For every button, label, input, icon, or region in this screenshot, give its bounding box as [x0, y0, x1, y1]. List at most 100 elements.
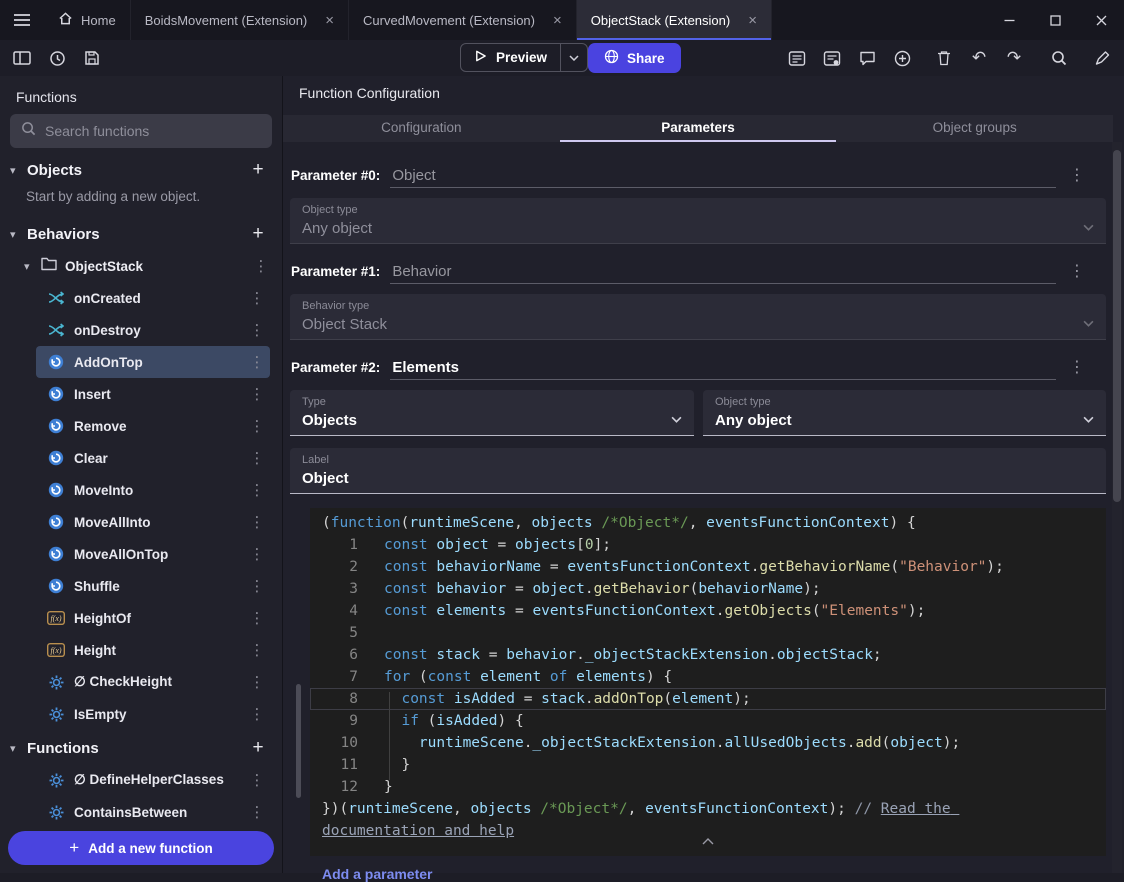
item-menu-icon[interactable]: ⋮: [248, 609, 266, 627]
sidebar-item-height[interactable]: f(x)Height⋮: [36, 634, 270, 666]
close-button[interactable]: [1078, 0, 1124, 40]
sidebar-item-clear[interactable]: Clear⋮: [36, 442, 270, 474]
sidebar-item-moveallontop[interactable]: MoveAllOnTop⋮: [36, 538, 270, 570]
section-behaviors[interactable]: ▾ Behaviors +: [0, 218, 282, 250]
code-editor[interactable]: (function(runtimeScene, objects /*Object…: [310, 508, 1106, 856]
add-behavior-icon[interactable]: +: [246, 223, 270, 245]
preview-button[interactable]: Preview: [460, 43, 588, 72]
maximize-button[interactable]: [1032, 0, 1078, 40]
item-menu-icon[interactable]: ⋮: [248, 641, 266, 659]
sidebar-item-insert[interactable]: Insert⋮: [36, 378, 270, 410]
collapse-editor-icon[interactable]: [310, 830, 1106, 852]
type-dropdown[interactable]: Type Objects: [290, 390, 694, 436]
search-box[interactable]: [10, 114, 272, 148]
code-line-2[interactable]: 2const behaviorName = eventsFunctionCont…: [310, 556, 1106, 578]
item-menu-icon[interactable]: ⋮: [248, 803, 266, 821]
field-label: Type: [302, 396, 326, 408]
object-type-dropdown[interactable]: Object type Any object: [703, 390, 1106, 436]
edit-theme-icon[interactable]: [1092, 46, 1112, 70]
add-free-function-icon[interactable]: +: [246, 737, 270, 759]
item-menu-icon[interactable]: ⋮: [248, 321, 266, 339]
tab-curvedmovement[interactable]: CurvedMovement (Extension) ×: [349, 0, 577, 40]
sidebar-item-isempty[interactable]: IsEmpty⋮: [36, 698, 270, 730]
comments-icon[interactable]: [857, 46, 877, 70]
item-menu-icon[interactable]: ⋮: [248, 449, 266, 467]
history-icon[interactable]: [47, 46, 67, 70]
item-menu-icon[interactable]: ⋮: [248, 417, 266, 435]
add-object-icon[interactable]: +: [246, 159, 270, 181]
sidebar-item-shuffle[interactable]: Shuffle⋮: [36, 570, 270, 602]
tab-boidsmovement[interactable]: BoidsMovement (Extension) ×: [131, 0, 349, 40]
section-objects[interactable]: ▾ Objects +: [0, 154, 282, 186]
code-line-6[interactable]: 6const stack = behavior._objectStackExte…: [310, 644, 1106, 666]
item-menu-icon[interactable]: ⋮: [248, 705, 266, 723]
add-circle-icon[interactable]: [892, 46, 912, 70]
item-menu-icon[interactable]: ⋮: [248, 481, 266, 499]
parameter-menu-icon[interactable]: ⋮: [1066, 261, 1088, 284]
code-line-4[interactable]: 4const elements = eventsFunctionContext.…: [310, 600, 1106, 622]
code-line-1[interactable]: 1const object = objects[0];: [310, 534, 1106, 556]
item-menu-icon[interactable]: ⋮: [248, 289, 266, 307]
close-tab-icon[interactable]: ×: [748, 13, 757, 28]
item-menu-icon[interactable]: ⋮: [252, 257, 270, 275]
share-button[interactable]: Share: [588, 43, 681, 73]
code-line-8[interactable]: 8 const isAdded = stack.addOnTop(element…: [310, 688, 1106, 710]
instructions-list-icon[interactable]: [787, 46, 807, 70]
item-menu-icon[interactable]: ⋮: [248, 545, 266, 563]
layout-panels-icon[interactable]: [12, 46, 32, 70]
sidebar-item-moveallinto[interactable]: MoveAllInto⋮: [36, 506, 270, 538]
sidebar-item-moveinto[interactable]: MoveInto⋮: [36, 474, 270, 506]
search-input[interactable]: [45, 123, 261, 139]
tab-object-groups[interactable]: Object groups: [836, 115, 1113, 142]
parameter-menu-icon[interactable]: ⋮: [1066, 165, 1088, 188]
add-parameter-link[interactable]: Add a parameter: [322, 866, 432, 882]
menu-icon[interactable]: [0, 0, 44, 40]
undo-icon[interactable]: ↶: [969, 46, 989, 70]
tab-objectstack[interactable]: ObjectStack (Extension) ×: [577, 0, 772, 40]
code-line-9[interactable]: 9 if (isAdded) {: [310, 710, 1106, 732]
sidebar-item-ondestroy[interactable]: onDestroy⋮: [36, 314, 270, 346]
close-tab-icon[interactable]: ×: [553, 13, 562, 28]
sidebar-item-checkheight[interactable]: ∅ CheckHeight⋮: [36, 666, 270, 698]
search-icon[interactable]: [1049, 46, 1069, 70]
code-line-12[interactable]: 12}: [310, 776, 1106, 798]
behavior-folder-objectstack[interactable]: ▾ ObjectStack ⋮: [0, 250, 282, 282]
add-new-function-button[interactable]: + Add a new function: [8, 831, 274, 865]
condition-icon: [46, 707, 66, 722]
panel-resize-handle[interactable]: [296, 684, 301, 798]
chevron-down-icon: ▾: [10, 164, 27, 177]
section-functions[interactable]: ▾ Functions +: [0, 732, 282, 764]
item-menu-icon[interactable]: ⋮: [248, 513, 266, 531]
preview-options-icon[interactable]: [561, 44, 587, 71]
trash-icon[interactable]: [934, 46, 954, 70]
item-menu-icon[interactable]: ⋮: [248, 577, 266, 595]
close-tab-icon[interactable]: ×: [325, 13, 334, 28]
item-menu-icon[interactable]: ⋮: [248, 771, 266, 789]
instructions-list-badge-icon[interactable]: [822, 46, 842, 70]
tab-home[interactable]: Home: [44, 0, 131, 40]
code-line-3[interactable]: 3const behavior = object.getBehavior(beh…: [310, 578, 1106, 600]
sidebar-item-containsbetween[interactable]: ContainsBetween⋮: [36, 796, 270, 828]
label-input[interactable]: Label Object: [290, 448, 1106, 494]
sidebar-item-remove[interactable]: Remove⋮: [36, 410, 270, 442]
condition-icon: [46, 773, 66, 788]
parameter-name-input[interactable]: Elements: [390, 359, 1056, 380]
tab-parameters[interactable]: Parameters: [560, 115, 837, 142]
sidebar-item-addontop[interactable]: AddOnTop⋮: [36, 346, 270, 378]
redo-icon[interactable]: ↷: [1004, 46, 1024, 70]
code-line-5[interactable]: 5: [310, 622, 1106, 644]
code-line-10[interactable]: 10 runtimeScene._objectStackExtension.al…: [310, 732, 1106, 754]
sidebar-item-oncreated[interactable]: onCreated⋮: [36, 282, 270, 314]
item-menu-icon[interactable]: ⋮: [248, 673, 266, 691]
save-icon[interactable]: [82, 46, 102, 70]
item-menu-icon[interactable]: ⋮: [248, 353, 266, 371]
minimize-button[interactable]: [986, 0, 1032, 40]
sidebar-item-heightof[interactable]: f(x)HeightOf⋮: [36, 602, 270, 634]
code-line-7[interactable]: 7for (const element of elements) {: [310, 666, 1106, 688]
sidebar-item-definehelperclasses[interactable]: ∅ DefineHelperClasses⋮: [36, 764, 270, 796]
scrollbar-thumb[interactable]: [1113, 150, 1121, 502]
code-line-11[interactable]: 11 }: [310, 754, 1106, 776]
parameter-menu-icon[interactable]: ⋮: [1066, 357, 1088, 380]
item-menu-icon[interactable]: ⋮: [248, 385, 266, 403]
tab-configuration[interactable]: Configuration: [283, 115, 560, 142]
